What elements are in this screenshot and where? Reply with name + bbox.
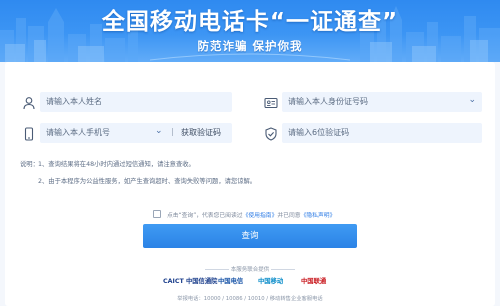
- user-guide-link[interactable]: 《使用指南》: [243, 213, 278, 219]
- agreement-middle: 并已同意: [277, 213, 301, 219]
- name-placeholder: 请输入本人姓名: [46, 97, 102, 106]
- query-button[interactable]: 查询: [143, 224, 357, 248]
- mobile-phone-icon: [24, 127, 34, 141]
- phone-field[interactable]: 请输入本人手机号 ⌄ | 获取验证码: [40, 123, 232, 143]
- note-item: 2、由于本程序为公益性服务，如产生查询超时、查询失败等问题，请您谅解。: [38, 178, 257, 185]
- banner-subtitle: 防范诈骗 保护你我: [197, 39, 303, 53]
- support-caption: 本服务联合提供: [5, 265, 495, 273]
- agreement-prefix: 点击“查询”，代表您已阅读过: [167, 213, 243, 219]
- id-number-placeholder: 请输入本人身份证号码: [288, 97, 368, 106]
- shield-check-icon: [265, 127, 277, 141]
- phone-placeholder: 请输入本人手机号: [46, 128, 110, 137]
- caict-logo: CAICT 中国信通院: [163, 278, 218, 285]
- note-item: 1、查询结果将在48小时内通过短信通知，请注意查收。: [38, 161, 195, 168]
- divider: |: [171, 127, 174, 136]
- china-unicom-logo: 中国联通: [301, 278, 327, 285]
- chevron-down-icon[interactable]: ⌄: [468, 95, 476, 105]
- name-field[interactable]: 请输入本人姓名: [40, 92, 232, 112]
- china-telecom-logo: 中国电信: [218, 278, 244, 285]
- banner-title: 全国移动电话卡“一证通查”: [101, 9, 399, 35]
- verification-code-placeholder: 请输入6位验证码: [288, 128, 350, 137]
- id-number-field[interactable]: 请输入本人身份证号码 ⌄: [282, 92, 482, 112]
- notes-section: 说明：1、查询结果将在48小时内通过短信通知，请注意查收。 2、由于本程序为公益…: [20, 156, 256, 190]
- support-text: 本服务联合提供: [230, 267, 270, 273]
- report-hotline: 举报电话：10000 / 10086 / 10010 / 移动转售企业客服电话: [177, 296, 323, 302]
- get-code-button[interactable]: 获取验证码: [181, 127, 221, 138]
- id-card-icon: [264, 97, 278, 109]
- china-mobile-logo: 中国移动: [258, 278, 284, 285]
- notes-label: 说明：: [20, 161, 39, 168]
- chevron-down-icon[interactable]: ⌄: [155, 126, 163, 136]
- partner-logos: CAICT 中国信通院 中国电信 中国移动 中国联通: [163, 276, 343, 290]
- verification-code-field[interactable]: 请输入6位验证码: [282, 123, 482, 143]
- privacy-statement-link[interactable]: 《隐私声明》: [301, 213, 336, 219]
- header-banner: 全国移动电话卡“一证通查” 防范诈骗 保护你我: [0, 0, 500, 62]
- agreement-checkbox[interactable]: [153, 210, 161, 218]
- query-form-card: 请输入本人姓名 请输入本人身份证号码 ⌄ 请输入本人手机号 ⌄ | 获取验证码 …: [5, 62, 495, 306]
- agreement-row: 点击“查询”，代表您已阅读过《使用指南》并已同意《隐私声明》: [153, 210, 335, 219]
- user-icon: [23, 97, 35, 110]
